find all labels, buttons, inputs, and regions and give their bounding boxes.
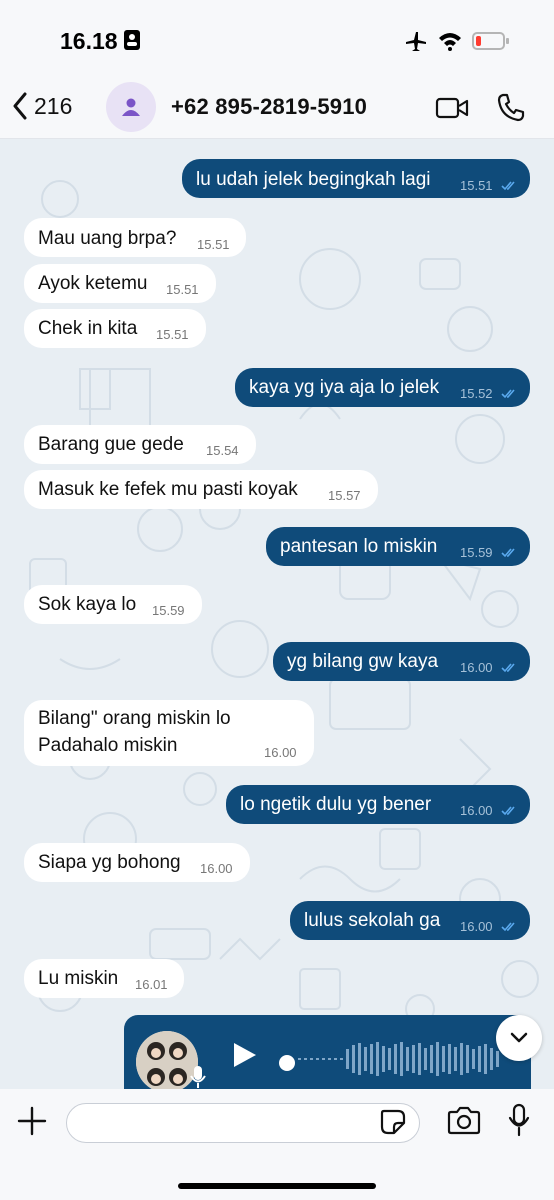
- back-button[interactable]: 216: [12, 92, 72, 120]
- id-badge-icon: [124, 30, 140, 55]
- incoming-message[interactable]: Ayok ketemu 15.51: [24, 264, 216, 303]
- scroll-to-bottom-button[interactable]: [496, 1015, 542, 1061]
- read-receipt-icon: [501, 389, 515, 399]
- sender-photo: [136, 1031, 198, 1089]
- incoming-message[interactable]: Barang gue gede 15.54: [24, 425, 256, 464]
- outgoing-message[interactable]: yg bilang gw kaya 16.00: [273, 642, 530, 681]
- person-icon: [122, 98, 140, 116]
- outgoing-message[interactable]: pantesan lo miskin 15.59: [266, 527, 530, 566]
- chat-header: 216 +62 895-2819-5910: [0, 80, 554, 139]
- incoming-message[interactable]: Masuk ke fefek mu pasti koyak 15.57: [24, 470, 378, 509]
- chat-area: lu udah jelek begingkah lagi 15.51 Mau u…: [0, 139, 554, 1089]
- incoming-message[interactable]: Lu miskin 16.01: [24, 959, 184, 998]
- playback-scrubber[interactable]: [279, 1055, 295, 1071]
- read-receipt-icon: [501, 663, 515, 673]
- airplane-icon: [404, 30, 428, 57]
- chevron-left-icon: [13, 92, 27, 120]
- wifi-icon: [438, 31, 462, 56]
- read-receipt-icon: [501, 181, 515, 191]
- outgoing-message[interactable]: lu udah jelek begingkah lagi 15.51: [182, 159, 530, 198]
- incoming-message[interactable]: Bilang" orang miskin lo Padahalo miskin …: [24, 700, 314, 766]
- incoming-message[interactable]: Siapa yg bohong 16.00: [24, 843, 250, 882]
- read-receipt-icon: [501, 922, 515, 932]
- phone-call-icon[interactable]: [496, 92, 526, 127]
- microphone-icon[interactable]: [508, 1103, 530, 1142]
- microphone-icon: [190, 1066, 206, 1088]
- play-icon[interactable]: [232, 1041, 258, 1069]
- incoming-message[interactable]: Chek in kita 15.51: [24, 309, 206, 348]
- waveform: [298, 1042, 499, 1076]
- outgoing-message[interactable]: lulus sekolah ga 16.00: [290, 901, 530, 940]
- read-receipt-icon: [501, 806, 515, 816]
- chevron-down-icon: [510, 1032, 528, 1043]
- home-indicator: [178, 1183, 376, 1189]
- contact-avatar[interactable]: [106, 82, 156, 132]
- unread-count: 216: [34, 92, 73, 119]
- voice-message[interactable]: [124, 1015, 531, 1089]
- read-receipt-icon: [501, 548, 515, 558]
- incoming-message[interactable]: Sok kaya lo 15.59: [24, 585, 202, 624]
- outgoing-message[interactable]: lo ngetik dulu yg bener 16.00: [226, 785, 530, 824]
- plus-icon[interactable]: [16, 1105, 48, 1142]
- sticker-icon[interactable]: [380, 1109, 406, 1140]
- battery-icon: [472, 31, 510, 56]
- contact-name[interactable]: +62 895-2819-5910: [171, 94, 367, 120]
- status-bar: 16.18: [0, 0, 554, 80]
- incoming-message[interactable]: Mau uang brpa? 15.51: [24, 218, 246, 257]
- status-time: 16.18: [60, 28, 118, 54]
- outgoing-message[interactable]: kaya yg iya aja lo jelek 15.52: [235, 368, 530, 407]
- camera-icon[interactable]: [446, 1106, 482, 1141]
- message-input[interactable]: [66, 1103, 420, 1143]
- composer-bar: [0, 1089, 554, 1200]
- video-call-icon[interactable]: [435, 96, 469, 125]
